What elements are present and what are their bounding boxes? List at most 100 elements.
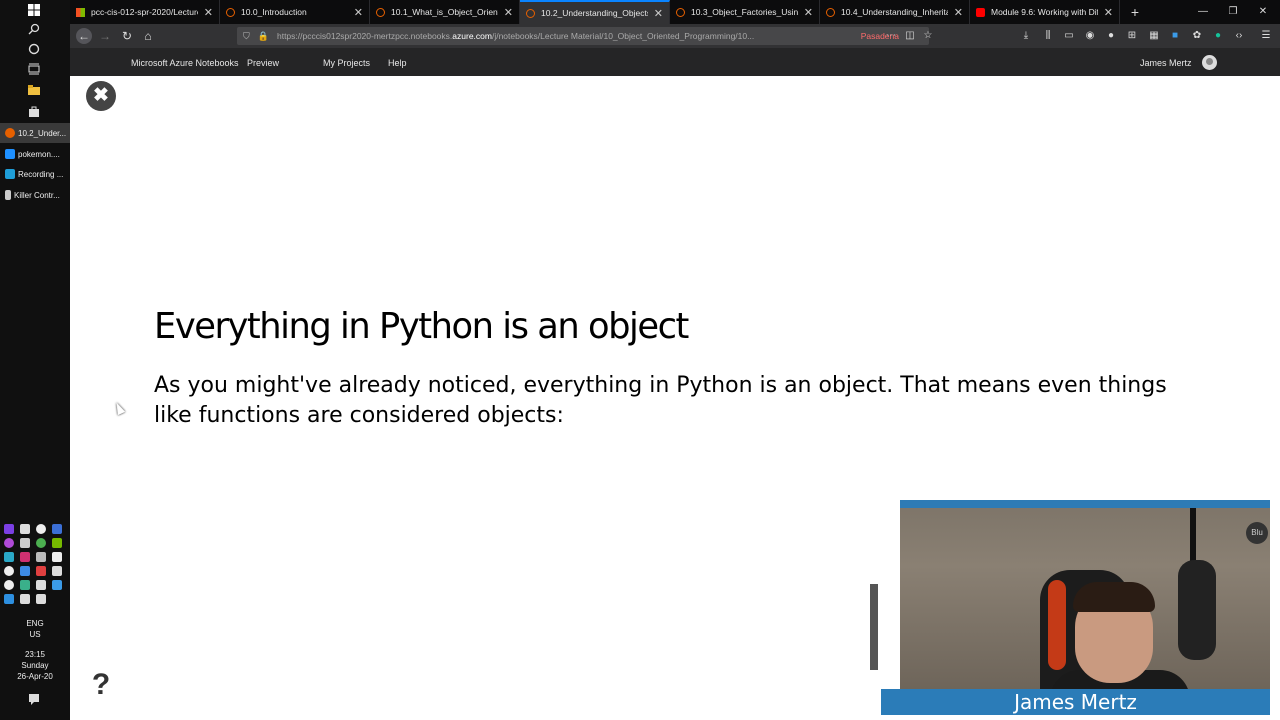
avatar[interactable] [1202, 55, 1217, 70]
reload-button[interactable]: ↻ [119, 28, 135, 44]
tab-title: Module 9.6: Working with Diffe [991, 7, 1098, 17]
clock-date: 26-Apr-20 [17, 672, 53, 681]
tray-app-icon[interactable] [4, 552, 14, 562]
url-bar[interactable]: ⛉ 🔒 https://pcccis012spr2020-mertzpcc.no… [237, 27, 929, 45]
streamdeck-icon[interactable] [20, 524, 30, 534]
grammarly-icon[interactable]: ● [1212, 30, 1224, 42]
windows-start-icon[interactable] [27, 4, 41, 18]
tray-app-icon[interactable] [52, 566, 62, 576]
lock-icon[interactable]: 🔒 [258, 31, 269, 42]
devtools-icon[interactable]: ‹› [1233, 30, 1245, 42]
extension-icon[interactable]: ▦ [1148, 30, 1160, 42]
extension-icon[interactable]: ● [1105, 30, 1117, 42]
tray-app-icon[interactable] [20, 552, 30, 562]
extension-icon[interactable]: ■ [1169, 30, 1181, 42]
taskbar-app-vscode[interactable]: pokemon.... [0, 144, 70, 164]
webcam-overlay: Blu James Mertz [870, 494, 1280, 720]
minimize-icon[interactable]: — [1188, 0, 1218, 24]
new-tab-button[interactable]: + [1120, 0, 1150, 24]
tray-app-icon[interactable] [52, 552, 62, 562]
extension-icon[interactable]: ✿ [1191, 30, 1203, 42]
shield-icon[interactable]: ⛉ [243, 31, 250, 42]
brand-link[interactable]: Microsoft Azure Notebooks [131, 48, 239, 76]
tray-app-icon[interactable] [36, 566, 46, 576]
close-tab-icon[interactable]: ✕ [504, 6, 513, 19]
jupyter-icon [676, 7, 685, 17]
browser-tab[interactable]: pcc-cis-012-spr-2020/Lecture I ✕ [70, 0, 220, 24]
nvidia-icon[interactable] [52, 538, 62, 548]
close-tab-icon[interactable]: ✕ [1104, 6, 1113, 19]
tray-app-icon[interactable] [4, 566, 14, 576]
url-domain: azure.com [452, 31, 492, 41]
browser-tab-active[interactable]: 10.2_Understanding_Objects ✕ [520, 0, 670, 24]
user-name[interactable]: James Mertz [1140, 48, 1192, 76]
discord-icon[interactable] [20, 538, 30, 548]
forward-button[interactable]: → [97, 28, 113, 44]
slide-title: Everything in Python is an object [154, 306, 689, 347]
restore-icon[interactable]: ❐ [1218, 0, 1248, 24]
browser-tab[interactable]: 10.4_Understanding_Inheritanc ✕ [820, 0, 970, 24]
chrome-remote-icon[interactable] [36, 538, 46, 548]
webcam-video: Blu [900, 500, 1270, 689]
onedrive-icon[interactable] [52, 580, 62, 590]
clock-day: Sunday [21, 661, 49, 670]
webcam-edge [870, 584, 878, 670]
search-icon[interactable] [27, 23, 41, 37]
tray-app-icon[interactable] [4, 580, 14, 590]
taskbar-app-recording[interactable]: Recording ... [0, 164, 70, 184]
browser-tab[interactable]: 10.3_Object_Factories_Using_C ✕ [670, 0, 820, 24]
back-button[interactable]: ← [76, 28, 92, 44]
close-window-icon[interactable]: ✕ [1248, 0, 1278, 24]
taskbar-app-killer-control[interactable]: Killer Contr... [0, 185, 70, 205]
jupyter-icon [526, 8, 535, 18]
sidebar-icon[interactable]: ▭ [1063, 30, 1075, 42]
onedrive-icon[interactable] [4, 594, 14, 604]
language-indicator[interactable]: ENG US [0, 618, 70, 640]
mic-arm [1190, 508, 1196, 568]
browser-tab[interactable]: 10.0_Introduction ✕ [220, 0, 370, 24]
volume-icon[interactable] [36, 594, 46, 604]
task-view-icon[interactable] [27, 63, 41, 77]
my-projects-link[interactable]: My Projects [323, 48, 370, 76]
xbox-icon[interactable] [36, 524, 46, 534]
twitch-icon[interactable] [4, 524, 14, 534]
more-actions-icon[interactable]: ⋯ [885, 30, 897, 42]
library-icon[interactable]: ⫼ [1042, 30, 1054, 42]
bookmark-star-icon[interactable]: ☆ [922, 30, 934, 42]
help-link[interactable]: Help [388, 48, 407, 76]
dropbox-icon[interactable] [20, 566, 30, 576]
gaming-chair-accent [1048, 580, 1066, 670]
elgato-icon[interactable] [52, 524, 62, 534]
tray-app-icon[interactable] [36, 552, 46, 562]
extension-icon[interactable]: ⊞ [1126, 30, 1138, 42]
browser-tab[interactable]: 10.1_What_is_Object_Oriented ✕ [370, 0, 520, 24]
close-tab-icon[interactable]: ✕ [804, 6, 813, 19]
file-explorer-icon[interactable] [27, 84, 41, 98]
account-icon[interactable]: ◉ [1084, 30, 1096, 42]
tray-app-icon[interactable] [20, 580, 30, 590]
close-tab-icon[interactable]: ✕ [204, 6, 213, 19]
taskbar-app-firefox[interactable]: 10.2_Under... [0, 123, 70, 143]
cortana-icon[interactable] [27, 43, 41, 57]
network-icon[interactable] [20, 594, 30, 604]
jupyter-icon [826, 7, 835, 17]
close-tab-icon[interactable]: ✕ [954, 6, 963, 19]
recording-icon [5, 169, 15, 179]
browser-tab[interactable]: Module 9.6: Working with Diffe ✕ [970, 0, 1120, 24]
help-icon[interactable]: ? [90, 669, 112, 701]
menu-icon[interactable]: ☰ [1260, 30, 1272, 42]
close-tab-icon[interactable]: ✕ [354, 6, 363, 19]
home-button[interactable]: ⌂ [140, 28, 156, 44]
onedrive-icon[interactable] [36, 580, 46, 590]
blue-mic-logo: Blu [1246, 522, 1268, 544]
close-tab-icon[interactable]: ✕ [654, 7, 663, 20]
mouse-cursor-icon [112, 400, 126, 416]
tray-app-icon[interactable] [4, 538, 14, 548]
pocket-icon[interactable]: ◫ [904, 30, 916, 42]
clock[interactable]: 23:15 Sunday 26-Apr-20 [0, 649, 70, 682]
tab-title: 10.1_What_is_Object_Oriented [391, 7, 498, 17]
downloads-icon[interactable]: ⤓ [1020, 30, 1032, 42]
notification-center-icon[interactable] [27, 693, 41, 707]
close-slideshow-button[interactable]: ✖ [86, 81, 116, 111]
store-icon[interactable] [27, 106, 41, 120]
